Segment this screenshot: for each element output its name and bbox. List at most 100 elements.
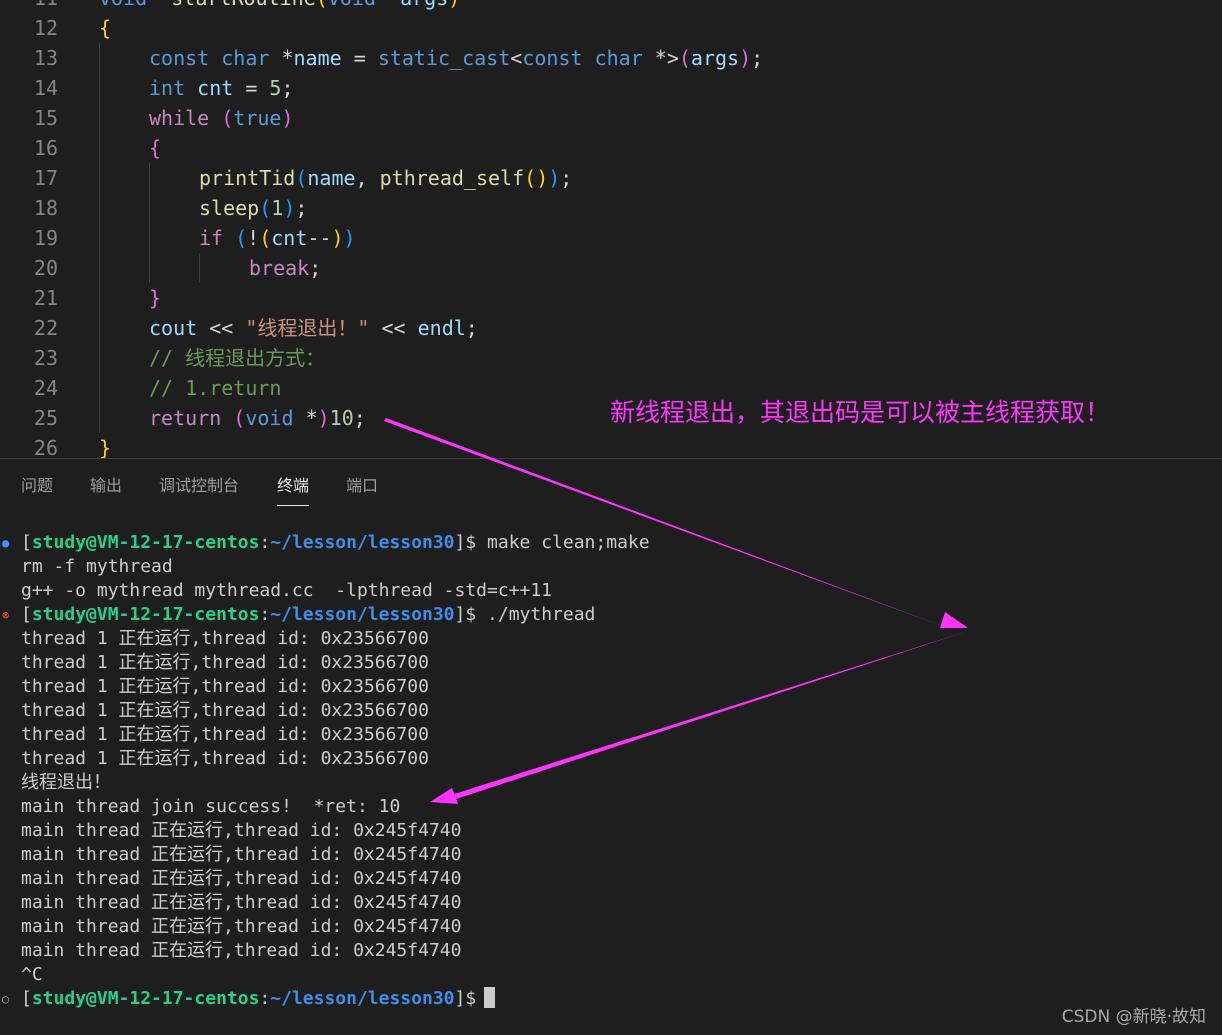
prompt-text: ]$ xyxy=(454,532,477,553)
code-token: * xyxy=(388,0,400,10)
code-token: = xyxy=(341,46,378,70)
line-number: 18 xyxy=(33,196,58,220)
code-text: const char *name = static_cast<const cha… xyxy=(149,43,763,73)
line-number: 21 xyxy=(33,286,58,310)
code-token: ; xyxy=(465,316,478,340)
code-token: ; xyxy=(560,166,573,190)
code-editor[interactable]: 11 void *startRoutine(void *args) 12 {13 con… xyxy=(0,0,1222,458)
code-line[interactable]: 12 { xyxy=(0,13,1222,43)
indent-guide xyxy=(99,43,100,433)
code-token: sleep xyxy=(199,196,260,220)
code-token: void xyxy=(99,0,159,10)
tab-output[interactable]: 输出 xyxy=(90,475,122,505)
code-token: { xyxy=(99,16,112,40)
prompt-text: : xyxy=(259,988,271,1009)
tab-debug-console[interactable]: 调试控制台 xyxy=(159,475,239,505)
terminal-cursor xyxy=(484,987,496,1008)
code-token: ) xyxy=(548,166,561,190)
code-token: true xyxy=(233,106,282,130)
code-token: return xyxy=(149,406,234,430)
code-token: pthread_self xyxy=(379,166,525,190)
code-text: void *startRoutine(void *args) xyxy=(99,0,460,13)
code-token: startRoutine xyxy=(171,0,316,10)
tab-problems[interactable]: 问题 xyxy=(21,475,53,505)
code-line[interactable]: 20 break; xyxy=(0,253,1222,283)
code-line[interactable]: 17 printTid(name, pthread_self()); xyxy=(0,163,1222,193)
code-line[interactable]: 11 void *startRoutine(void *args) xyxy=(0,0,1222,13)
prompt-text: ./mythread xyxy=(476,604,596,625)
code-line[interactable]: 16 { xyxy=(0,133,1222,163)
code-token: char xyxy=(221,46,282,70)
code-text: while (true) xyxy=(149,103,294,133)
code-token: ! xyxy=(247,226,260,250)
code-token: 10 xyxy=(329,406,354,430)
prompt-text: : xyxy=(259,604,271,625)
code-token: if xyxy=(199,226,236,250)
code-line[interactable]: 13 const char *name = static_cast<const c… xyxy=(0,43,1222,73)
watermark: CSDN @新晓·故知 xyxy=(1061,1007,1206,1027)
terminal-output-line: thread 1 正在运行,thread id: 0x23566700 xyxy=(21,700,429,721)
command-status-icon[interactable]: ○ xyxy=(2,987,12,1011)
code-token: // 1.return xyxy=(149,376,282,400)
line-number: 26 xyxy=(33,436,58,458)
line-number: 24 xyxy=(33,376,58,400)
code-token: break xyxy=(249,256,310,280)
code-text: { xyxy=(99,13,111,43)
line-number: 13 xyxy=(33,46,58,70)
terminal-output-line: thread 1 正在运行,thread id: 0x23566700 xyxy=(21,676,429,697)
code-line[interactable]: 21} xyxy=(0,283,1222,313)
indent-guide xyxy=(199,253,200,283)
code-token: } xyxy=(149,286,162,310)
code-token: -- xyxy=(307,226,332,250)
code-token: args xyxy=(690,46,740,70)
terminal-output-line: main thread join success! *ret: 10 xyxy=(21,796,401,817)
code-token: ) xyxy=(343,226,356,250)
code-text: return (void *)10; xyxy=(149,403,366,433)
terminal-output-line: main thread 正在运行,thread id: 0x245f4740 xyxy=(21,868,462,889)
prompt-text: [ xyxy=(21,532,32,553)
code-line[interactable]: 18 sleep(1); xyxy=(0,193,1222,223)
code-token: ) xyxy=(448,0,460,10)
code-token: ; xyxy=(281,76,294,100)
code-text: int cnt = 5; xyxy=(149,73,294,103)
terminal-output-line: 线程退出！ xyxy=(21,772,111,793)
code-text: // 线程退出方式： xyxy=(149,343,325,373)
terminal-output-line: main thread 正在运行,thread id: 0x245f4740 xyxy=(21,940,462,961)
terminal-output-line: thread 1 正在运行,thread id: 0x23566700 xyxy=(21,724,429,745)
tab-terminal[interactable]: 终端 xyxy=(277,475,310,506)
prompt-user: study@VM-12-17-centos xyxy=(31,604,260,625)
code-line[interactable]: 15 while (true) xyxy=(0,103,1222,133)
line-number: 15 xyxy=(33,106,58,130)
line-number: 12 xyxy=(33,16,58,40)
command-status-icon[interactable]: ● xyxy=(2,531,12,555)
annotation-callout: 新线程退出，其退出码是可以被主线程获取！ xyxy=(610,398,1111,427)
code-token: cnt xyxy=(197,76,234,100)
terminal-output-line: ^C xyxy=(21,964,43,985)
code-token: char xyxy=(594,46,655,70)
line-number: 23 xyxy=(33,346,58,370)
code-token: ; xyxy=(309,256,322,280)
terminal-output-line: thread 1 正在运行,thread id: 0x23566700 xyxy=(21,628,429,649)
code-line[interactable]: 23 // 线程退出方式： xyxy=(0,343,1222,373)
prompt-path: ~/lesson/lesson30 xyxy=(270,988,455,1009)
code-token: * xyxy=(305,406,318,430)
terminal-output-line: main thread 正在运行,thread id: 0x245f4740 xyxy=(21,844,462,865)
terminal-output-line: main thread 正在运行,thread id: 0x245f4740 xyxy=(21,892,462,913)
code-token: name xyxy=(307,166,356,190)
code-token: , xyxy=(355,166,380,190)
line-number: 25 xyxy=(33,406,58,430)
command-status-icon[interactable]: ⊗ xyxy=(2,603,12,627)
line-number: 14 xyxy=(33,76,58,100)
code-line[interactable]: 14 int cnt = 5; xyxy=(0,73,1222,103)
indent-guide xyxy=(149,163,150,283)
line-number: 11 xyxy=(0,0,58,13)
code-line[interactable]: 22 cout << "线程退出！" << endl; xyxy=(0,313,1222,343)
code-token: args xyxy=(400,0,448,10)
code-line[interactable]: 19 if (!(cnt--)) xyxy=(0,223,1222,253)
code-token: * xyxy=(159,0,171,10)
prompt-path: ~/lesson/lesson30 xyxy=(270,532,455,553)
code-token: << xyxy=(197,316,246,340)
terminal-output-line: main thread 正在运行,thread id: 0x245f4740 xyxy=(21,916,462,937)
code-line[interactable]: 26} xyxy=(0,433,1222,458)
tab-ports[interactable]: 端口 xyxy=(346,475,378,505)
